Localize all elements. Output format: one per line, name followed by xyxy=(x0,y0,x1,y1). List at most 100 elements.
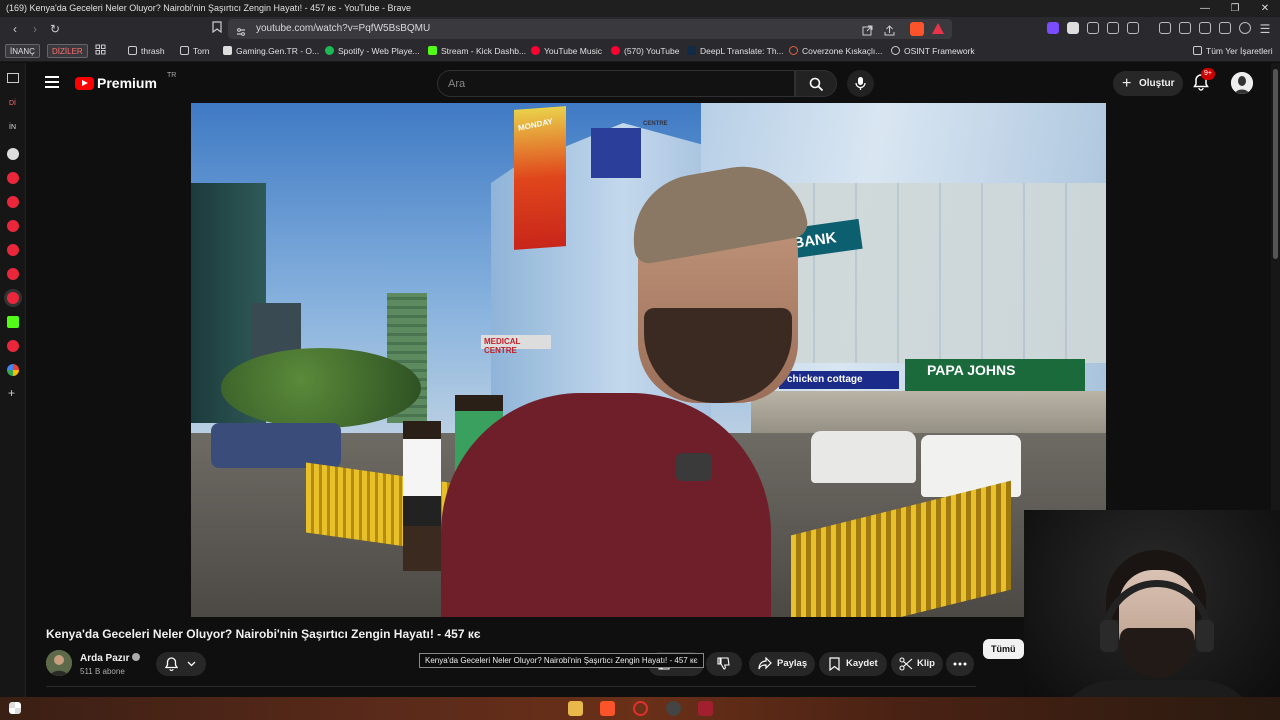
app-icon[interactable] xyxy=(666,701,681,716)
video-medical-sign: MEDICAL CENTRE xyxy=(481,335,551,355)
scissors-icon xyxy=(899,657,913,671)
back-icon[interactable]: ‹ xyxy=(6,20,24,38)
file-explorer-icon[interactable] xyxy=(568,701,583,716)
youtube-icon[interactable] xyxy=(7,220,19,232)
save-button[interactable]: Kaydet xyxy=(819,652,887,676)
menu-icon[interactable]: ☰ xyxy=(1256,20,1274,38)
sidebar-site-icon[interactable] xyxy=(7,148,19,160)
add-panel-icon[interactable]: + xyxy=(8,386,15,400)
verified-icon xyxy=(132,653,141,661)
app-icon[interactable] xyxy=(698,701,713,716)
video-papajohns-sign: PAPA JOHNS xyxy=(905,359,1085,391)
extension-icon[interactable] xyxy=(1047,22,1059,34)
bell-icon xyxy=(165,657,178,671)
bookmark-item[interactable]: (570) YouTube xyxy=(611,44,679,59)
subscription-bell-button[interactable] xyxy=(156,652,206,676)
search-icon xyxy=(809,77,824,92)
bookmark-item[interactable]: Torn xyxy=(180,44,210,59)
more-actions-button[interactable] xyxy=(946,652,974,676)
video-car xyxy=(211,423,341,468)
headset-earcup xyxy=(1196,620,1214,652)
bookmark-item[interactable]: DeepL Translate: Th... xyxy=(687,44,784,59)
share-icon xyxy=(758,657,772,670)
clip-button[interactable]: Klip xyxy=(891,652,943,676)
create-button[interactable]: + Oluştur xyxy=(1113,71,1183,96)
open-in-app-icon[interactable] xyxy=(862,23,874,36)
chip-all[interactable]: Tümü xyxy=(983,639,1024,659)
brave-shields-icon[interactable] xyxy=(910,22,924,36)
close-window-button[interactable]: ✕ xyxy=(1250,0,1280,17)
youtube-music-icon[interactable] xyxy=(7,340,19,352)
bookmark-page-icon[interactable] xyxy=(208,20,226,38)
search-button[interactable] xyxy=(795,70,837,97)
minimize-button[interactable]: — xyxy=(1190,0,1220,17)
media-icon[interactable] xyxy=(1159,22,1171,34)
google-icon[interactable] xyxy=(7,364,19,376)
bookmark-item[interactable]: Spotify - Web Playe... xyxy=(325,44,420,59)
address-bar[interactable]: youtube.com/watch?v=PqfW5BsBQMU xyxy=(228,19,952,39)
all-bookmarks-folder[interactable]: Tüm Yer İşaretleri xyxy=(1193,44,1273,59)
description-divider xyxy=(46,686,976,694)
chevron-down-icon xyxy=(187,661,196,667)
taskbar xyxy=(0,697,1280,720)
channel-avatar[interactable] xyxy=(46,650,72,676)
channel-name[interactable]: Arda Pazır xyxy=(80,653,141,664)
subscriber-count: 511 B abone xyxy=(80,667,125,676)
youtube-icon[interactable] xyxy=(7,172,19,184)
video-building xyxy=(591,128,641,178)
app-icon[interactable] xyxy=(633,701,648,716)
sidebar-toggle-icon[interactable] xyxy=(1179,22,1191,34)
extension-icon[interactable] xyxy=(1067,22,1079,34)
vpn-icon[interactable] xyxy=(1239,22,1251,34)
video-billboard: MONDAY xyxy=(514,106,566,250)
sidebar-tag[interactable]: Dİ xyxy=(9,100,16,107)
extension-icon[interactable] xyxy=(1127,22,1139,34)
youtube-icon[interactable] xyxy=(7,244,19,256)
extensions-puzzle-icon[interactable] xyxy=(1107,22,1119,34)
video-sign: MONDAY xyxy=(517,116,554,133)
video-trees xyxy=(221,348,421,428)
video-title: Kenya'da Geceleri Neler Oluyor? Nairobi'… xyxy=(46,627,481,641)
streamer-webcam xyxy=(1024,510,1280,720)
scrollbar-thumb[interactable] xyxy=(1273,69,1278,259)
video-presenter-body xyxy=(441,393,771,617)
windows-start-icon[interactable] xyxy=(9,702,21,714)
bookmark-tag[interactable]: DİZİLER xyxy=(47,44,88,58)
account-avatar[interactable] xyxy=(1231,72,1253,94)
video-sign: MEDICAL CENTRE xyxy=(484,337,521,355)
bookmark-item[interactable]: YouTube Music xyxy=(531,44,602,59)
video-player[interactable]: MONDAY CENTRE E BANK MEDICAL CENTRE chic… xyxy=(191,103,1106,617)
leo-ai-icon[interactable] xyxy=(1219,22,1231,34)
bookmark-item[interactable]: Gaming.Gen.TR - O... xyxy=(223,44,319,59)
youtube-icon[interactable] xyxy=(7,196,19,208)
bookmark-item[interactable]: Coverzone Kıskaçlı... xyxy=(789,44,882,59)
kick-icon[interactable] xyxy=(7,316,19,328)
guide-menu-icon[interactable] xyxy=(45,76,59,88)
voice-search-button[interactable] xyxy=(847,70,874,97)
sidebar-panel-icon[interactable] xyxy=(7,73,19,83)
youtube-icon[interactable] xyxy=(7,268,19,280)
youtube-icon[interactable] xyxy=(7,292,19,304)
brave-browser-icon[interactable] xyxy=(600,701,615,716)
wallet-icon[interactable] xyxy=(1199,22,1211,34)
maximize-button[interactable]: ❐ xyxy=(1220,0,1250,17)
bookmark-item[interactable]: Stream - Kick Dashb... xyxy=(428,44,526,59)
dislike-button[interactable] xyxy=(706,652,742,676)
forward-icon[interactable]: › xyxy=(26,20,44,38)
reload-icon[interactable]: ↻ xyxy=(46,20,64,38)
bookmark-item[interactable]: OSINT Framework xyxy=(891,44,975,59)
video-sign: CENTRE xyxy=(643,121,668,127)
share-button[interactable]: Paylaş xyxy=(749,652,815,676)
microphone-icon xyxy=(855,77,866,90)
share-page-icon[interactable] xyxy=(884,23,896,36)
apps-grid-icon[interactable] xyxy=(95,44,109,59)
search-input[interactable] xyxy=(448,71,768,96)
bookmark-tag[interactable]: İNANÇ xyxy=(5,44,40,58)
sidebar-tag[interactable]: İN xyxy=(9,124,16,131)
site-settings-icon[interactable] xyxy=(236,24,246,36)
bookmark-item[interactable]: thrash xyxy=(128,44,165,59)
extension-icon[interactable] xyxy=(1087,22,1099,34)
search-box xyxy=(437,70,795,97)
site-icon xyxy=(223,46,232,55)
brave-rewards-icon[interactable] xyxy=(932,23,944,34)
